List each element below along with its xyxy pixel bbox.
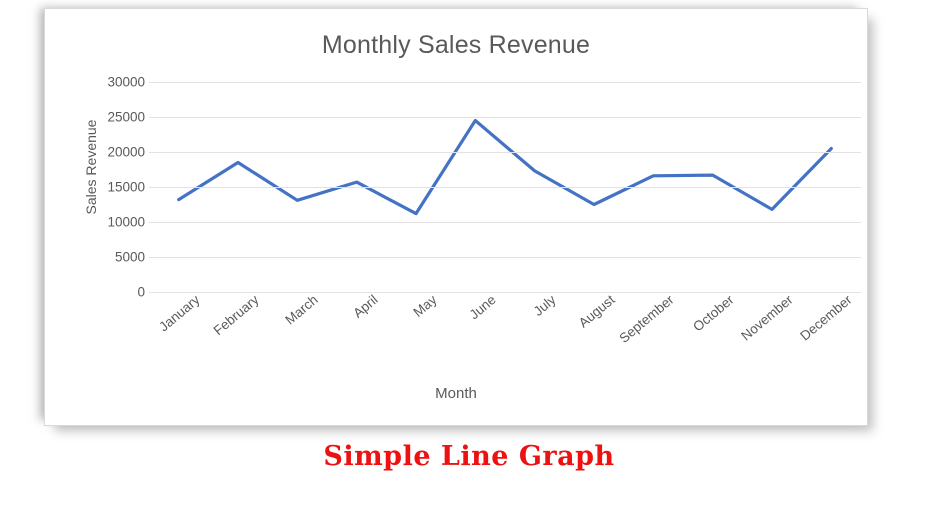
x-axis-tick-label: October (689, 292, 737, 335)
plot-area (149, 82, 861, 293)
y-axis-tick-label: 15000 (107, 179, 145, 195)
chart-title: Monthly Sales Revenue (321, 31, 591, 59)
gridline (149, 222, 861, 223)
x-axis-title: Month (435, 385, 477, 402)
x-axis-tick-label: July (530, 292, 559, 319)
figure-caption: Simple Line Graph (323, 441, 615, 472)
gridline (149, 257, 861, 258)
x-axis-tick-label: September (616, 292, 677, 346)
gridline (149, 82, 861, 83)
x-axis-tick-label: March (282, 292, 321, 328)
gridline (149, 187, 861, 188)
chart-frame: Monthly Sales Revenue Sales Revenue 3000… (44, 8, 868, 426)
x-axis-tick-label: February (210, 292, 262, 339)
gridline (149, 152, 861, 153)
y-axis-tick-labels: 30000 25000 20000 15000 10000 5000 0 (65, 75, 169, 300)
y-axis-tick-label: 5000 (114, 249, 145, 265)
y-axis-tick-label: 20000 (107, 144, 145, 160)
gridline (149, 117, 861, 118)
y-axis-tick-label: 30000 (107, 74, 145, 90)
x-axis-tick-labels: January February March April May June July Augu… (149, 292, 861, 372)
y-axis-tick-label: 25000 (107, 109, 145, 125)
x-axis-tick-label: May (410, 292, 440, 320)
x-axis-tick-label: August (575, 292, 618, 331)
x-axis-tick-label: January (155, 292, 203, 335)
x-axis-tick-label: April (349, 292, 381, 321)
x-axis-tick-label: December (797, 292, 855, 344)
y-axis-tick-label: 0 (137, 284, 145, 300)
x-axis-tick-label: November (738, 292, 796, 344)
x-axis-tick-label: June (466, 292, 499, 323)
y-axis-tick-label: 10000 (107, 214, 145, 230)
